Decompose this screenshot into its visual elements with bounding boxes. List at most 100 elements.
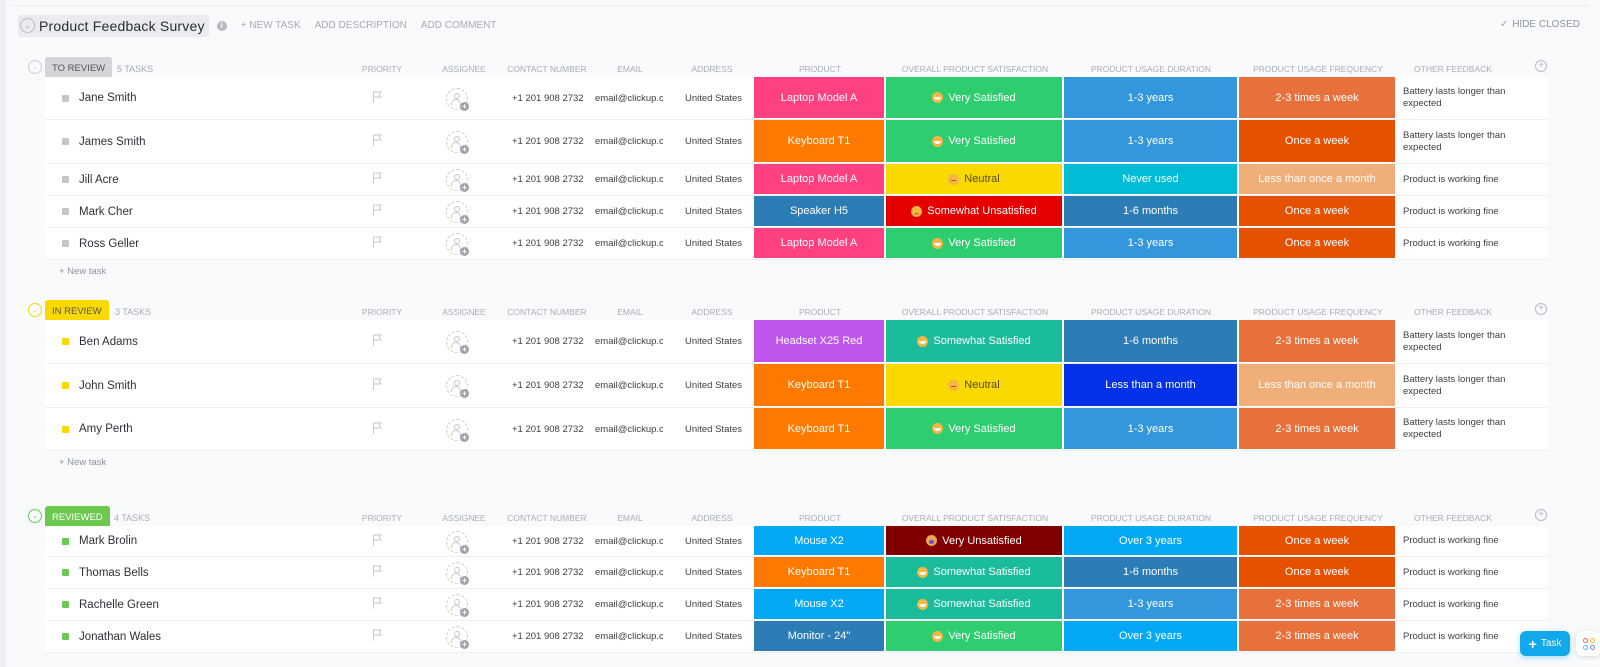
other-feedback[interactable]: Battery lasts longer than expected bbox=[1403, 364, 1513, 407]
duration-cell[interactable]: Never used bbox=[1064, 164, 1239, 195]
product-cell[interactable]: Monitor - 24" bbox=[754, 621, 886, 652]
task-name-cell[interactable]: Rachelle Green bbox=[45, 589, 365, 620]
contact-number[interactable]: +1 201 908 2732 bbox=[512, 120, 584, 163]
email[interactable]: email@clickup.cc bbox=[595, 120, 663, 163]
assignee-avatar[interactable]: + bbox=[446, 233, 469, 256]
address[interactable]: United States bbox=[685, 228, 742, 259]
new-task-link[interactable]: + NEW TASK bbox=[241, 20, 301, 31]
address[interactable]: United States bbox=[685, 557, 742, 588]
duration-cell[interactable]: 1-6 months bbox=[1064, 196, 1239, 227]
add-comment-link[interactable]: ADD COMMENT bbox=[421, 20, 497, 31]
contact-number[interactable]: +1 201 908 2732 bbox=[512, 164, 584, 195]
satisfaction-cell[interactable]: Somewhat Unsatisfied bbox=[886, 196, 1064, 227]
task-name[interactable]: Ben Adams bbox=[79, 336, 138, 348]
contact-number[interactable]: +1 201 908 2732 bbox=[512, 228, 584, 259]
assignee-avatar[interactable]: + bbox=[446, 87, 469, 111]
address[interactable]: United States bbox=[685, 77, 742, 119]
task-name-cell[interactable]: Jill Acre bbox=[45, 164, 365, 195]
product-cell[interactable]: Keyboard T1 bbox=[754, 557, 886, 588]
frequency-cell[interactable]: Once a week bbox=[1239, 557, 1397, 588]
address[interactable]: United States bbox=[685, 120, 742, 163]
task-name-cell[interactable]: Mark Cher bbox=[45, 196, 365, 227]
status-square-icon[interactable] bbox=[62, 537, 69, 545]
column-header[interactable]: OVERALL PRODUCT SATISFACTION bbox=[895, 307, 1055, 317]
other-feedback[interactable]: Product is working fine bbox=[1403, 164, 1513, 195]
task-row[interactable]: Mark Brolin + +1 201 908 2732 email@clickup… bbox=[45, 526, 1548, 557]
satisfaction-cell[interactable]: Somewhat Satisfied bbox=[886, 320, 1064, 363]
task-name[interactable]: Mark Brolin bbox=[79, 535, 137, 547]
satisfaction-cell[interactable]: Very Satisfied bbox=[886, 77, 1064, 119]
collapse-group-icon[interactable]: ⌄ bbox=[28, 60, 42, 74]
frequency-cell[interactable]: 2-3 times a week bbox=[1239, 621, 1397, 652]
task-row[interactable]: Jill Acre + +1 201 908 2732 email@clickup.c… bbox=[45, 164, 1548, 196]
frequency-cell[interactable]: 2-3 times a week bbox=[1239, 408, 1397, 450]
frequency-cell[interactable]: 2-3 times a week bbox=[1239, 77, 1397, 119]
contact-number[interactable]: +1 201 908 2732 bbox=[512, 364, 584, 407]
task-name-cell[interactable]: Thomas Bells bbox=[45, 557, 365, 588]
product-cell[interactable]: Headset X25 Red bbox=[754, 320, 886, 363]
task-name-cell[interactable]: Jonathan Wales bbox=[45, 621, 365, 652]
info-icon[interactable]: i bbox=[216, 20, 227, 31]
status-square-icon[interactable] bbox=[62, 601, 69, 608]
status-badge[interactable]: IN REVIEW bbox=[45, 300, 109, 322]
frequency-cell[interactable]: Once a week bbox=[1239, 228, 1397, 259]
email[interactable]: email@clickup.cc bbox=[595, 164, 663, 195]
email[interactable]: email@clickup.cc bbox=[595, 526, 663, 556]
product-cell[interactable]: Laptop Model A bbox=[754, 228, 886, 259]
duration-cell[interactable]: 1-6 months bbox=[1064, 557, 1239, 588]
status-square-icon[interactable] bbox=[62, 382, 69, 389]
contact-number[interactable]: +1 201 908 2732 bbox=[512, 621, 584, 652]
task-name-cell[interactable]: Amy Perth bbox=[45, 408, 365, 450]
add-column-icon[interactable]: + bbox=[1535, 60, 1547, 72]
priority-flag-icon[interactable] bbox=[372, 203, 383, 216]
column-header[interactable]: PRODUCT USAGE DURATION bbox=[1071, 64, 1231, 74]
duration-cell[interactable]: Less than a month bbox=[1064, 364, 1239, 407]
task-row[interactable]: Rachelle Green + +1 201 908 2732 email@clic… bbox=[45, 589, 1548, 621]
satisfaction-cell[interactable]: Somewhat Satisfied bbox=[886, 589, 1064, 620]
frequency-cell[interactable]: Less than once a month bbox=[1239, 364, 1397, 407]
other-feedback[interactable]: Product is working fine bbox=[1403, 228, 1513, 259]
collapse-group-icon[interactable]: ⌄ bbox=[28, 509, 42, 523]
satisfaction-cell[interactable]: Neutral bbox=[886, 364, 1064, 407]
contact-number[interactable]: +1 201 908 2732 bbox=[512, 320, 584, 363]
task-row[interactable]: John Smith + +1 201 908 2732 email@clickup.… bbox=[45, 364, 1548, 408]
address[interactable]: United States bbox=[685, 589, 742, 620]
address[interactable]: United States bbox=[685, 364, 742, 407]
frequency-cell[interactable]: Once a week bbox=[1239, 120, 1397, 163]
assignee-avatar[interactable]: + bbox=[446, 375, 469, 398]
status-square-icon[interactable] bbox=[62, 633, 69, 640]
address[interactable]: United States bbox=[685, 526, 742, 556]
other-feedback[interactable]: Product is working fine bbox=[1403, 526, 1513, 556]
add-column-icon[interactable]: + bbox=[1535, 303, 1547, 315]
contact-number[interactable]: +1 201 908 2732 bbox=[512, 589, 584, 620]
status-square-icon[interactable] bbox=[62, 94, 69, 102]
new-task-button[interactable]: + New task bbox=[59, 457, 106, 468]
other-feedback[interactable]: Battery lasts longer than expected bbox=[1403, 77, 1513, 119]
add-task-fab[interactable]: + Task bbox=[1520, 631, 1570, 656]
column-header[interactable]: PRODUCT bbox=[740, 64, 900, 74]
new-task-button[interactable]: + New task bbox=[59, 266, 106, 277]
column-header[interactable]: PRODUCT USAGE DURATION bbox=[1071, 307, 1231, 317]
status-square-icon[interactable] bbox=[62, 176, 69, 183]
contact-number[interactable]: +1 201 908 2732 bbox=[512, 77, 584, 119]
task-row[interactable]: Ross Geller + +1 201 908 2732 email@clickup… bbox=[45, 228, 1548, 260]
contact-number[interactable]: +1 201 908 2732 bbox=[512, 408, 584, 450]
product-cell[interactable]: Mouse X2 bbox=[754, 526, 886, 556]
task-row[interactable]: Mark Cher + +1 201 908 2732 email@clickup.c… bbox=[45, 196, 1548, 228]
email[interactable]: email@clickup.cc bbox=[595, 557, 663, 588]
duration-cell[interactable]: Over 3 years bbox=[1064, 526, 1239, 556]
task-name-cell[interactable]: James Smith bbox=[45, 120, 365, 163]
duration-cell[interactable]: Over 3 years bbox=[1064, 621, 1239, 652]
frequency-cell[interactable]: 2-3 times a week bbox=[1239, 320, 1397, 363]
email[interactable]: email@clickup.cc bbox=[595, 589, 663, 620]
column-header[interactable]: PRODUCT bbox=[740, 307, 900, 317]
task-name[interactable]: Thomas Bells bbox=[79, 567, 149, 579]
collapse-group-icon[interactable]: ⌄ bbox=[28, 303, 42, 317]
status-square-icon[interactable] bbox=[62, 569, 69, 576]
priority-flag-icon[interactable] bbox=[372, 90, 383, 102]
duration-cell[interactable]: 1-3 years bbox=[1064, 589, 1239, 620]
task-row[interactable]: Jane Smith + +1 201 908 2732 email@clickup.… bbox=[45, 77, 1548, 120]
other-feedback[interactable]: Battery lasts longer than expected bbox=[1403, 320, 1513, 363]
other-feedback[interactable]: Product is working fine bbox=[1403, 589, 1513, 620]
status-square-icon[interactable] bbox=[62, 425, 69, 433]
